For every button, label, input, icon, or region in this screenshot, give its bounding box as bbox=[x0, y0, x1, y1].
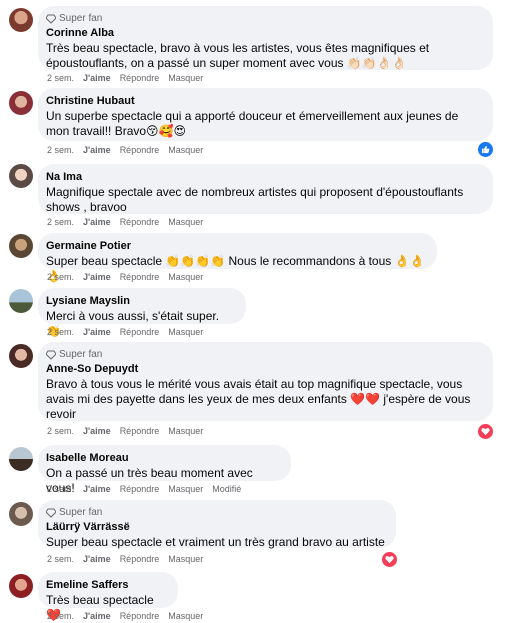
reply-button[interactable]: Répondre bbox=[120, 484, 160, 494]
avatar[interactable] bbox=[9, 574, 33, 598]
avatar[interactable] bbox=[9, 164, 33, 188]
like-reaction[interactable] bbox=[477, 141, 494, 158]
edited-label: Modifié bbox=[212, 484, 242, 494]
comment-text: Magnifique spectale avec de nombreux art… bbox=[46, 185, 464, 214]
timestamp[interactable]: 2 sem. bbox=[47, 426, 74, 436]
avatar[interactable] bbox=[9, 234, 33, 258]
timestamp[interactable]: 2 sem. bbox=[47, 327, 74, 337]
badge-label: Super fan bbox=[59, 13, 103, 24]
comment-bubble: Na Ima Magnifique spectale avec de nombr… bbox=[38, 164, 493, 214]
comment-bubble: Germaine Potier Super beau spectacle 👏👏👏… bbox=[38, 233, 437, 283]
hide-button[interactable]: Masquer bbox=[168, 272, 203, 282]
reply-button[interactable]: Répondre bbox=[120, 327, 160, 337]
comment-actions: 2 sem. J'aime Répondre Masquer bbox=[47, 272, 203, 282]
diamond-icon bbox=[46, 350, 56, 360]
love-reaction[interactable] bbox=[381, 551, 398, 568]
badge-label: Super fan bbox=[59, 507, 103, 518]
commenter-name[interactable]: Corinne Alba bbox=[46, 26, 483, 41]
commenter-name[interactable]: Lysiane Mayslin bbox=[46, 294, 236, 309]
hide-button[interactable]: Masquer bbox=[168, 484, 203, 494]
reply-button[interactable]: Répondre bbox=[120, 217, 160, 227]
like-button[interactable]: J'aime bbox=[83, 484, 111, 494]
hide-button[interactable]: Masquer bbox=[168, 554, 203, 564]
comment-bubble: Super fan Anne-So Depuydt Bravo à tous v… bbox=[38, 342, 493, 421]
hide-button[interactable]: Masquer bbox=[168, 217, 203, 227]
reply-button[interactable]: Répondre bbox=[120, 611, 160, 621]
hide-button[interactable]: Masquer bbox=[168, 73, 203, 83]
heart-icon bbox=[385, 556, 394, 564]
commenter-name[interactable]: Läürrÿ Värrässë bbox=[46, 520, 386, 535]
like-button[interactable]: J'aime bbox=[83, 426, 111, 436]
timestamp[interactable]: 2 sem. bbox=[47, 554, 74, 564]
avatar[interactable] bbox=[9, 447, 33, 471]
comment-actions: 2 sem. J'aime Répondre Masquer Modifié bbox=[47, 484, 241, 494]
comment-bubble: Christine Hubaut Un superbe spectacle qu… bbox=[38, 88, 493, 141]
comment-actions: 2 sem. J'aime Répondre Masquer bbox=[47, 217, 203, 227]
super-fan-badge: Super fan bbox=[46, 348, 483, 361]
comment-bubble: Emeline Saffers Très beau spectacle ❤️ bbox=[38, 572, 178, 622]
commenter-name[interactable]: Na Ima bbox=[46, 170, 483, 185]
like-button[interactable]: J'aime bbox=[83, 73, 111, 83]
comment-text: Bravo à tous vous le mérité vous avais é… bbox=[46, 377, 471, 421]
comment-actions: 2 sem. J'aime Répondre Masquer bbox=[47, 611, 203, 621]
diamond-icon bbox=[46, 508, 56, 518]
thumbs-up-icon bbox=[481, 145, 490, 154]
hide-button[interactable]: Masquer bbox=[168, 426, 203, 436]
timestamp[interactable]: 2 sem. bbox=[47, 484, 74, 494]
comment-bubble: Super fan Corinne Alba Très beau spectac… bbox=[38, 6, 493, 70]
reply-button[interactable]: Répondre bbox=[120, 145, 160, 155]
like-button[interactable]: J'aime bbox=[83, 217, 111, 227]
commenter-name[interactable]: Anne-So Depuydt bbox=[46, 362, 483, 377]
avatar[interactable] bbox=[9, 344, 33, 368]
like-button[interactable]: J'aime bbox=[83, 145, 111, 155]
reply-button[interactable]: Répondre bbox=[120, 554, 160, 564]
avatar[interactable] bbox=[9, 91, 33, 115]
like-button[interactable]: J'aime bbox=[83, 611, 111, 621]
commenter-name[interactable]: Germaine Potier bbox=[46, 239, 427, 254]
reply-button[interactable]: Répondre bbox=[120, 272, 160, 282]
avatar[interactable] bbox=[9, 8, 33, 32]
avatar[interactable] bbox=[9, 289, 33, 313]
super-fan-badge: Super fan bbox=[46, 506, 386, 519]
super-fan-badge: Super fan bbox=[46, 12, 483, 25]
comment-text: Super beau spectacle et vraiment un très… bbox=[46, 535, 385, 549]
timestamp[interactable]: 2 sem. bbox=[47, 272, 74, 282]
timestamp[interactable]: 2 sem. bbox=[47, 217, 74, 227]
commenter-name[interactable]: Christine Hubaut bbox=[46, 94, 483, 109]
badge-label: Super fan bbox=[59, 349, 103, 360]
reply-button[interactable]: Répondre bbox=[120, 73, 160, 83]
comment-text: Très beau spectacle, bravo à vous les ar… bbox=[46, 41, 430, 70]
reply-button[interactable]: Répondre bbox=[120, 426, 160, 436]
comment-actions: 2 sem. J'aime Répondre Masquer bbox=[47, 73, 203, 83]
hide-button[interactable]: Masquer bbox=[168, 611, 203, 621]
comment-bubble: Super fan Läürrÿ Värrässë Super beau spe… bbox=[38, 500, 396, 549]
hide-button[interactable]: Masquer bbox=[168, 145, 203, 155]
like-button[interactable]: J'aime bbox=[83, 327, 111, 337]
comment-actions: 2 sem. J'aime Répondre Masquer bbox=[47, 554, 203, 564]
like-button[interactable]: J'aime bbox=[83, 554, 111, 564]
hide-button[interactable]: Masquer bbox=[168, 327, 203, 337]
comment-actions: 2 sem. J'aime Répondre Masquer bbox=[47, 145, 203, 155]
like-button[interactable]: J'aime bbox=[83, 272, 111, 282]
avatar[interactable] bbox=[9, 502, 33, 526]
commenter-name[interactable]: Isabelle Moreau bbox=[46, 451, 281, 466]
comment-bubble: Isabelle Moreau On a passé un très beau … bbox=[38, 445, 291, 495]
heart-icon bbox=[481, 428, 490, 436]
comment-actions: 2 sem. J'aime Répondre Masquer bbox=[47, 426, 203, 436]
diamond-icon bbox=[46, 14, 56, 24]
timestamp[interactable]: 2 sem. bbox=[47, 73, 74, 83]
commenter-name[interactable]: Emeline Saffers bbox=[46, 578, 168, 593]
comment-bubble: Lysiane Mayslin Merci à vous aussi, s'ét… bbox=[38, 288, 246, 338]
comment-actions: 2 sem. J'aime Répondre Masquer bbox=[47, 327, 203, 337]
timestamp[interactable]: 2 sem. bbox=[47, 145, 74, 155]
comment-text: Un superbe spectacle qui a apporté douce… bbox=[46, 109, 459, 138]
timestamp[interactable]: 2 sem. bbox=[47, 611, 74, 621]
love-reaction[interactable] bbox=[477, 423, 494, 440]
